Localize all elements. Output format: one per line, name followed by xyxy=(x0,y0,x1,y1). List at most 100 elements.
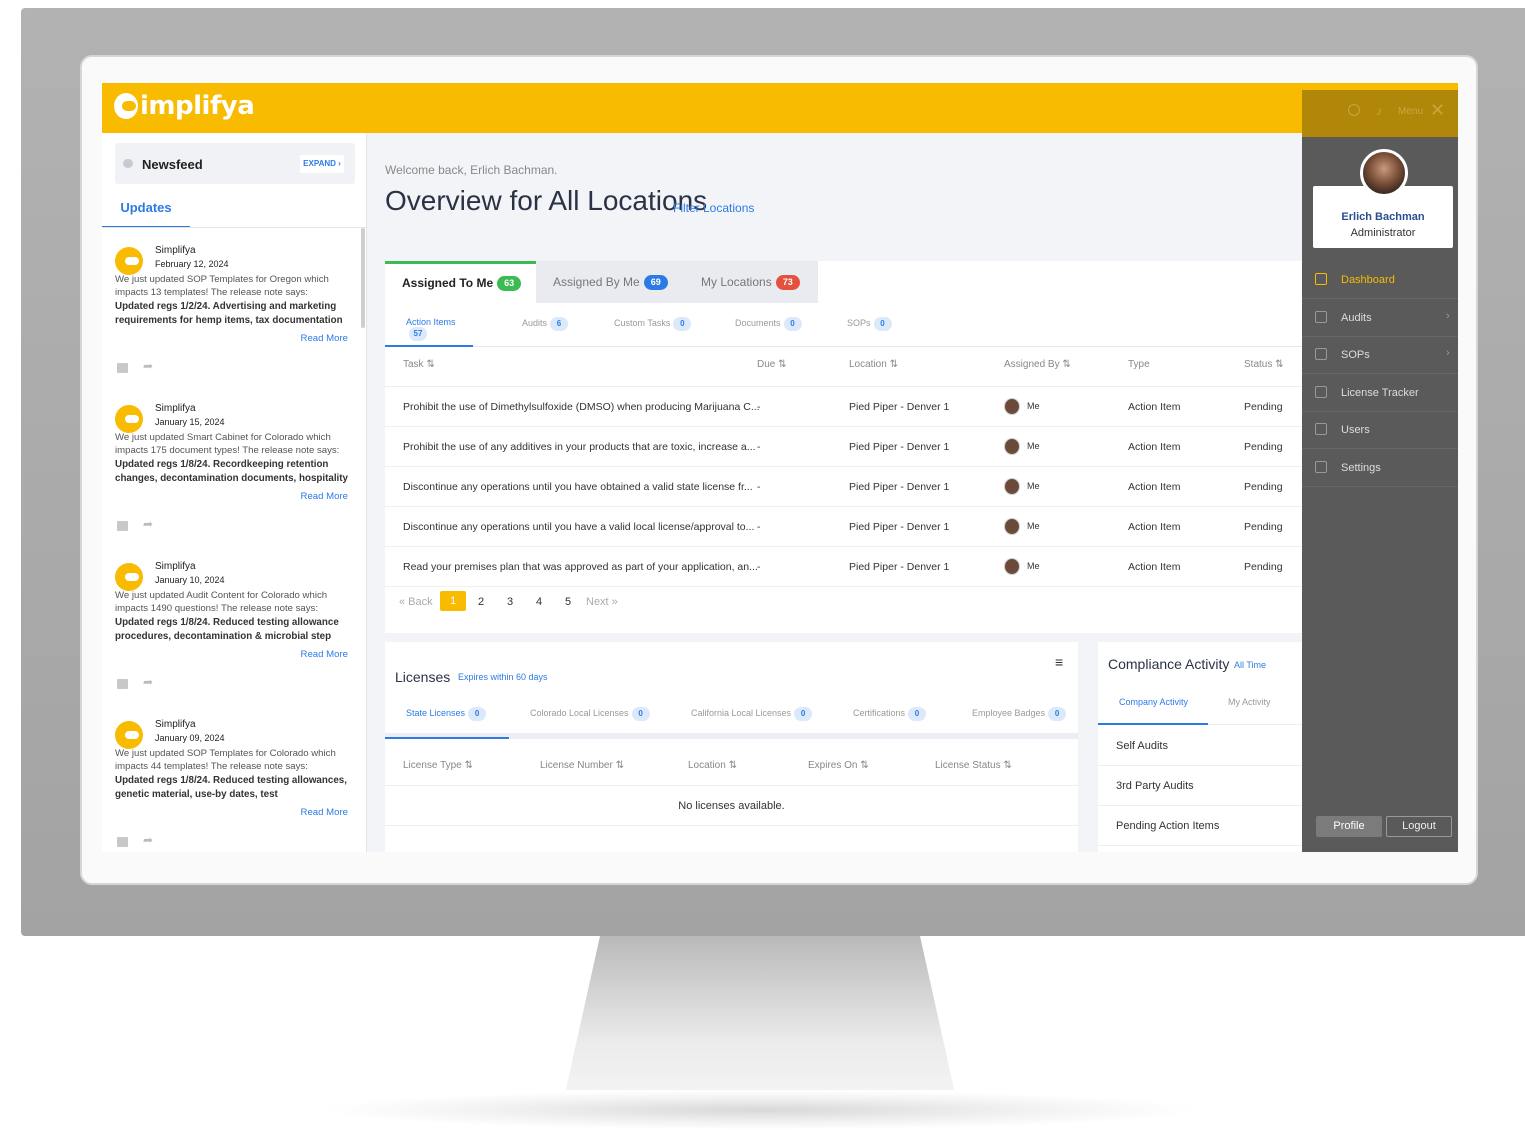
expand-button[interactable]: EXPAND › xyxy=(300,155,344,173)
licenses-expiry-filter[interactable]: Expires within 60 days xyxy=(458,672,548,682)
sidebar-item-dashboard[interactable]: Dashboard xyxy=(1302,262,1458,299)
activity-self-audits[interactable]: Self Audits xyxy=(1098,726,1302,766)
tab-updates[interactable]: Updates xyxy=(102,193,190,228)
type-cell: Action Item xyxy=(1128,561,1181,573)
subtab-audits[interactable]: Audits 6 xyxy=(522,317,569,347)
tab-label: Assigned By Me xyxy=(553,275,640,289)
licenses-tabbar: State Licenses 0 Colorado Local Licenses 0… xyxy=(385,697,1078,739)
logout-button[interactable]: Logout xyxy=(1386,816,1452,837)
sidebar-item-settings[interactable]: Settings xyxy=(1302,450,1458,487)
pager-next[interactable]: Next » xyxy=(586,596,618,608)
share-icon[interactable]: ➦ xyxy=(143,517,153,531)
bell-icon[interactable]: ♪ xyxy=(1376,104,1382,118)
table-row[interactable]: Prohibit the use of Dimethylsulfoxide (D… xyxy=(385,387,1302,427)
sidebar-item-label: Users xyxy=(1341,424,1370,436)
page-1[interactable]: 1 xyxy=(440,591,466,611)
task-cell[interactable]: Discontinue any operations until you hav… xyxy=(403,521,754,533)
tab-assigned-to-me[interactable]: Assigned To Me 63 xyxy=(385,261,536,303)
tab-my-activity[interactable]: My Activity xyxy=(1228,697,1271,725)
item-text: We just updated Audit Content for Colora… xyxy=(115,590,328,614)
comment-icon[interactable] xyxy=(117,521,128,531)
close-icon[interactable]: ✕ xyxy=(1430,100,1445,121)
item-text: We just updated SOP Templates for Colora… xyxy=(115,748,336,772)
column-license-type[interactable]: License Type ⇅ xyxy=(403,760,473,771)
tab-company-activity[interactable]: Company Activity xyxy=(1098,697,1208,725)
newsfeed-title: Newsfeed xyxy=(142,157,203,172)
subtab-sops[interactable]: SOPs 0 xyxy=(847,317,892,347)
table-row[interactable]: Read your premises plan that was approve… xyxy=(385,547,1302,587)
column-location[interactable]: Location ⇅ xyxy=(849,359,898,370)
share-icon[interactable]: ➦ xyxy=(143,675,153,689)
comment-icon[interactable] xyxy=(117,837,128,847)
column-expires-on[interactable]: Expires On ⇅ xyxy=(808,760,869,771)
column-license-status[interactable]: License Status ⇅ xyxy=(935,760,1012,771)
assigned-by-cell: Me xyxy=(1027,481,1040,491)
profile-button[interactable]: Profile xyxy=(1316,816,1382,837)
count-badge: 0 xyxy=(468,707,487,721)
tab-employee-badges[interactable]: Employee Badges 0 xyxy=(972,707,1067,739)
tab-colorado-local-licenses[interactable]: Colorado Local Licenses 0 xyxy=(530,707,650,739)
subtab-documents[interactable]: Documents 0 xyxy=(735,317,802,347)
share-icon[interactable]: ➦ xyxy=(143,833,153,847)
compliance-timeframe[interactable]: All Time xyxy=(1234,660,1266,670)
tab-california-local-licenses[interactable]: California Local Licenses 0 xyxy=(691,707,813,739)
type-cell: Action Item xyxy=(1128,521,1181,533)
activity-pending-action-items[interactable]: Pending Action Items xyxy=(1098,806,1302,846)
column-assigned-by[interactable]: Assigned By ⇅ xyxy=(1004,359,1071,370)
sidebar-item-sops[interactable]: SOPs › xyxy=(1302,337,1458,374)
status-cell: Pending xyxy=(1244,481,1283,493)
subtab-custom-tasks[interactable]: Custom Tasks 0 xyxy=(614,317,692,347)
page-4[interactable]: 4 xyxy=(536,596,542,608)
table-row[interactable]: Prohibit the use of any additives in you… xyxy=(385,427,1302,467)
item-date: February 12, 2024 xyxy=(155,259,229,269)
task-cell[interactable]: Discontinue any operations until you hav… xyxy=(403,481,753,493)
due-cell: - xyxy=(757,481,761,493)
column-license-location[interactable]: Location ⇅ xyxy=(688,760,737,771)
count-badge: 0 xyxy=(631,707,650,721)
read-more-link[interactable]: Read More xyxy=(301,649,348,660)
sidebar-item-audits[interactable]: Audits › xyxy=(1302,300,1458,337)
assigned-by-cell: Me xyxy=(1027,401,1040,411)
filter-icon[interactable]: ≡ xyxy=(1055,654,1063,670)
page-5[interactable]: 5 xyxy=(565,596,571,608)
comment-icon[interactable] xyxy=(117,363,128,373)
task-cell[interactable]: Prohibit the use of Dimethylsulfoxide (D… xyxy=(403,401,760,413)
subtab-action-items[interactable]: Action Items57 xyxy=(385,317,473,347)
tab-certifications[interactable]: Certifications 0 xyxy=(853,707,927,739)
item-date: January 09, 2024 xyxy=(155,733,225,743)
page-3[interactable]: 3 xyxy=(507,596,513,608)
tab-assigned-by-me[interactable]: Assigned By Me 69 xyxy=(553,261,668,303)
tab-my-locations[interactable]: My Locations 73 xyxy=(701,261,800,303)
comment-icon[interactable] xyxy=(117,679,128,689)
help-icon[interactable] xyxy=(1348,104,1360,116)
read-more-link[interactable]: Read More xyxy=(301,333,348,344)
newsfeed-scrollbar[interactable] xyxy=(361,228,365,328)
page-2[interactable]: 2 xyxy=(478,596,484,608)
read-more-link[interactable]: Read More xyxy=(301,491,348,502)
pager-back[interactable]: « Back xyxy=(399,596,433,608)
table-row[interactable]: Discontinue any operations until you hav… xyxy=(385,467,1302,507)
task-cell[interactable]: Prohibit the use of any additives in you… xyxy=(403,441,756,453)
filter-locations-link[interactable]: Filter Locations xyxy=(673,201,754,215)
assigned-by-cell: Me xyxy=(1027,441,1040,451)
share-icon[interactable]: ➦ xyxy=(143,359,153,373)
read-more-link[interactable]: Read More xyxy=(301,807,348,818)
column-license-number[interactable]: License Number ⇅ xyxy=(540,760,624,771)
sidebar-item-license-tracker[interactable]: License Tracker xyxy=(1302,375,1458,412)
tab-label: Colorado Local Licenses xyxy=(530,708,629,718)
column-status[interactable]: Status ⇅ xyxy=(1244,359,1284,370)
monitor-base xyxy=(320,1090,1200,1130)
column-task[interactable]: Task ⇅ xyxy=(403,359,435,370)
tab-state-licenses[interactable]: State Licenses 0 xyxy=(385,707,509,739)
users-icon xyxy=(1315,423,1327,435)
top-bar: implifya xyxy=(102,83,1458,133)
task-cell[interactable]: Read your premises plan that was approve… xyxy=(403,561,758,573)
simplifya-logo[interactable]: implifya xyxy=(114,91,255,121)
avatar[interactable] xyxy=(1360,149,1408,197)
column-due[interactable]: Due ⇅ xyxy=(757,359,787,370)
table-row[interactable]: Discontinue any operations until you hav… xyxy=(385,507,1302,547)
activity-3rd-party-audits[interactable]: 3rd Party Audits xyxy=(1098,766,1302,806)
location-cell: Pied Piper - Denver 1 xyxy=(849,441,950,453)
sidebar-item-users[interactable]: Users xyxy=(1302,412,1458,449)
count-badge: 57 xyxy=(409,327,427,341)
